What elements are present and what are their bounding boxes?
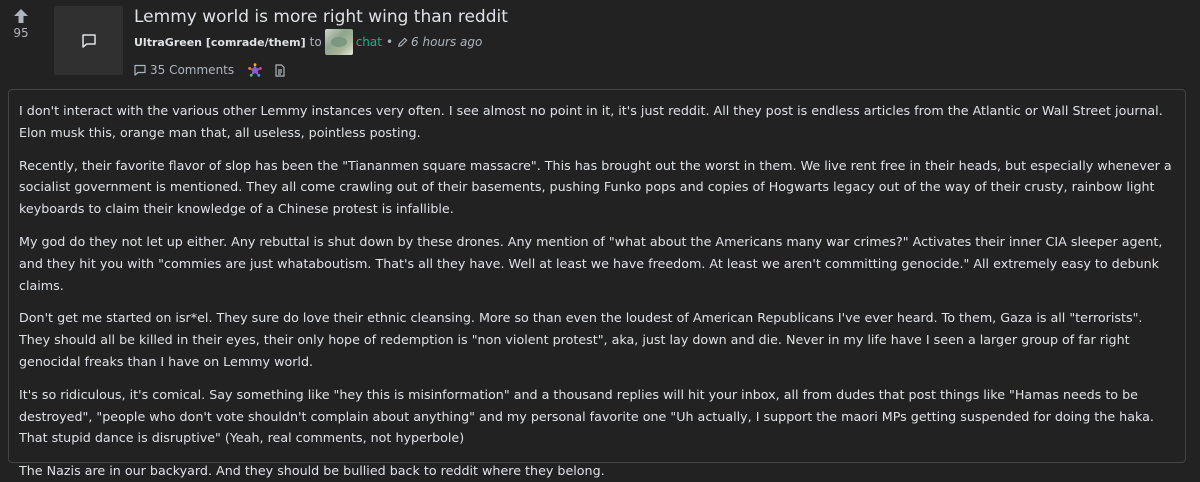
community-avatar[interactable] bbox=[324, 29, 353, 55]
post-body: I don't interact with the various other … bbox=[8, 89, 1186, 478]
fediverse-icon[interactable] bbox=[248, 63, 262, 77]
score: 95 bbox=[13, 26, 29, 40]
post-actions: 35 Comments bbox=[134, 63, 286, 77]
body-paragraph: I don't interact with the various other … bbox=[19, 103, 1163, 140]
body-paragraph: My god do they not let up either. Any re… bbox=[19, 233, 1163, 293]
vote-column: 95 bbox=[10, 8, 32, 40]
upvote-icon[interactable] bbox=[12, 8, 30, 24]
post-time: 6 hours ago bbox=[411, 35, 483, 49]
body-paragraph: The Nazis are in our backyard. And they … bbox=[19, 463, 605, 479]
meta-separator: • bbox=[385, 35, 394, 49]
author-link[interactable]: UltraGreen [comrade/them] bbox=[134, 36, 306, 49]
comments-link[interactable]: 35 Comments bbox=[134, 63, 234, 77]
post-thumbnail[interactable] bbox=[54, 6, 123, 75]
body-paragraph: Recently, their favorite flavor of slop … bbox=[19, 157, 1172, 217]
pencil-icon bbox=[398, 37, 408, 47]
community-link[interactable]: chat bbox=[356, 35, 382, 49]
post-title[interactable]: Lemmy world is more right wing than redd… bbox=[134, 6, 508, 28]
body-paragraph: Don't get me started on isr*el. They sur… bbox=[19, 310, 1143, 369]
post-header: 95 Lemmy world is more right wing than r… bbox=[0, 0, 1200, 84]
message-square-icon bbox=[81, 33, 96, 48]
comment-icon bbox=[134, 64, 146, 76]
comments-count: 35 Comments bbox=[150, 63, 235, 77]
to-label: to bbox=[309, 35, 322, 49]
body-paragraph: It's so ridiculous, it's comical. Say so… bbox=[19, 386, 1154, 446]
view-source-icon[interactable] bbox=[274, 63, 286, 77]
post-meta: UltraGreen [comrade/them] to chat • 6 ho… bbox=[134, 29, 482, 55]
